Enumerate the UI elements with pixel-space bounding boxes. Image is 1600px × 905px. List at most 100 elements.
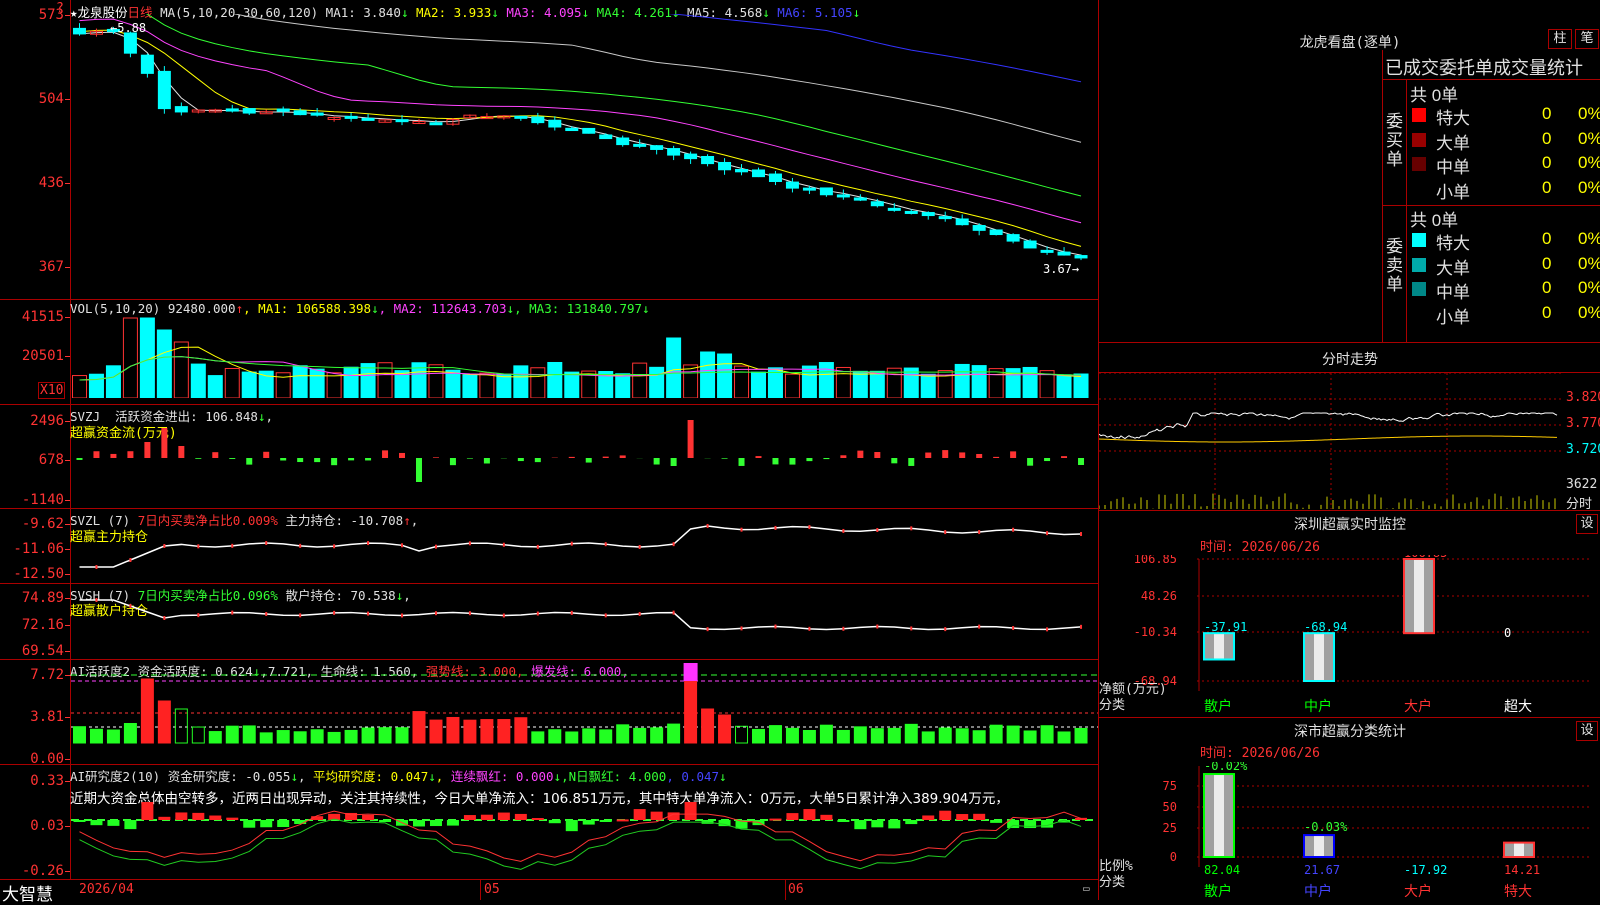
main-force-line-tick [163,544,165,548]
volume-bar [955,364,969,398]
research-bar [803,809,815,820]
date-tick [480,879,481,900]
main-force-line-tick [469,541,471,545]
activity-bar [685,679,697,743]
svsh-chart[interactable] [71,590,1098,657]
brand-label[interactable]: 大智慧 [2,880,53,905]
svzj-axis-label: 678 [0,452,64,468]
fund-flow-bar [195,458,201,459]
svzl-chart[interactable] [71,515,1098,581]
intraday-axis-label: 3.770 [1566,416,1600,431]
retail-line-tick [944,627,946,631]
fund-flow-bar [891,458,897,463]
research-bar [73,820,85,822]
retail-line-tick [978,625,980,629]
candle-body [956,219,968,225]
volume-bar [242,372,256,398]
main-force-line-tick [95,565,97,569]
sz-monitor-bar-chart[interactable]: 106.8548.26-10.34-68.94净额(万元)分类-37.91散户-… [1099,555,1600,715]
candle-body [1058,252,1070,255]
retail-line-tick [503,613,505,617]
retail-line-tick [571,611,573,615]
activity-bar [719,715,731,743]
sz-class-bar-chart[interactable]: 7550250比例%分类82.04-0.02%散户21.67-0.03%中户-1… [1099,762,1600,900]
main-force-line-tick [1080,532,1082,536]
order-type-label: 小单 [1436,303,1470,328]
candlestick-chart[interactable] [71,14,1098,284]
svzj-chart[interactable] [71,420,1098,506]
sz-class-settings-button[interactable]: 设 [1576,721,1598,741]
candle-body [226,109,238,111]
main-force-line-tick [639,545,641,549]
retail-line-tick [876,625,878,629]
volume-bar [1074,374,1088,398]
volume-chart[interactable] [71,314,1098,398]
activity-bar [362,728,374,743]
activity-bar [888,728,900,743]
category-axis-label: 分类 [1099,875,1125,890]
ai-active-axis-label: 7.72 [0,667,64,683]
color-swatch [1412,182,1426,196]
candle-body [549,120,561,127]
intraday-axis-label: 3.820 [1566,390,1600,405]
order-stat-row: 特大00% [1408,229,1598,251]
order-count: 0 [1542,104,1551,124]
research-bar [379,820,391,822]
sz-monitor-settings-button[interactable]: 设 [1576,514,1598,534]
order-stat-row: 中单00% [1408,278,1598,300]
activity-bar [600,730,612,743]
research-bar [175,812,187,820]
volume-bar [819,363,833,398]
main-force-line-tick [842,529,844,533]
pane-divider-4 [0,583,1098,584]
ai-research-chart[interactable] [71,800,1098,878]
main-force-line-tick [435,545,437,549]
ai-research-axis-label: -0.26 [0,863,64,879]
bar-value-label: 106.85 [1404,555,1447,560]
order-type-label: 特大 [1436,104,1470,129]
volume-bar [310,369,324,398]
price-axis-label: 573 [0,7,64,23]
activity-bar [803,730,815,743]
help-icon[interactable]: ? [56,1,64,16]
activity-bar [736,726,748,743]
order-stat-row: 中单00% [1408,153,1598,175]
ai-active-axis-label: 3.81 [0,709,64,725]
lock-icon[interactable]: ▭ [1083,882,1090,895]
volume-bar [751,372,765,398]
axis-label: 0 [1170,850,1177,864]
research-bar [854,820,866,829]
activity-bar [430,720,442,743]
activity-bar [158,701,170,743]
volume-bar [735,366,749,398]
activity-bar [583,729,595,743]
fund-flow-bar [467,458,473,459]
order-count: 0 [1542,254,1551,274]
retail-line-tick [1046,627,1048,631]
bar-mode-button[interactable]: 柱 [1548,29,1572,49]
main-force-line-tick [129,558,131,562]
candle-body [583,128,595,133]
color-swatch [1412,133,1426,147]
fund-flow-bar [586,458,592,463]
order-pct: 0% [1578,229,1600,249]
activity-bar [956,729,968,743]
intraday-chart[interactable] [1099,373,1564,509]
candle-body [430,123,442,125]
retail-line-tick [265,612,267,616]
activity-bar [922,732,934,743]
tick-mode-button[interactable]: 笔 [1575,29,1599,49]
retail-line-tick [808,627,810,631]
activity-bar [1024,731,1036,743]
retail-line-tick [129,604,131,608]
main-force-line-tick [673,542,675,546]
ai-active-chart[interactable] [71,661,1098,763]
bar-highlight [1414,560,1424,632]
bar-highlight [1214,634,1224,658]
retail-line-tick [333,611,335,615]
buy-total: 共 0单 [1410,81,1458,106]
retail-line-tick [1012,626,1014,630]
retail-line-tick [231,611,233,615]
candle-body [973,226,985,231]
fund-flow-bar [518,458,524,461]
